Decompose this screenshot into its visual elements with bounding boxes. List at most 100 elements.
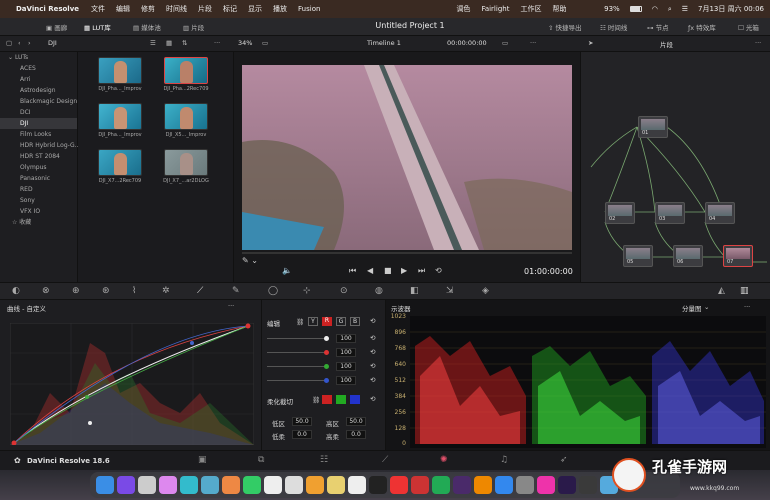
reset-icon[interactable]: ⟲	[370, 395, 375, 403]
grid-view-icon[interactable]: ▦	[166, 39, 172, 47]
node-04[interactable]: 04	[705, 202, 735, 224]
notes-icon[interactable]	[327, 476, 345, 494]
forward-icon[interactable]: ›	[28, 39, 31, 47]
chevron-down-icon[interactable]: ⌄	[704, 303, 709, 311]
viewer-more-icon[interactable]: ···	[530, 39, 536, 47]
clock[interactable]: 7月13日 周六 00:06	[698, 4, 764, 14]
viewer-mode-icon[interactable]: ▭	[262, 39, 268, 47]
menu-color[interactable]: 调色	[456, 4, 470, 14]
node-02[interactable]: 02	[605, 202, 635, 224]
channel-g-button[interactable]: G	[336, 317, 346, 326]
color-warper-icon[interactable]: ✲	[162, 286, 170, 296]
play-reverse-icon[interactable]: ◀	[367, 266, 373, 275]
intensity-b-value[interactable]: 100	[336, 376, 356, 385]
reset-icon[interactable]: ⟲	[370, 376, 375, 384]
lut-thumbnail[interactable]	[98, 57, 142, 84]
slider-dot-y[interactable]	[324, 336, 329, 341]
pages-icon[interactable]	[474, 476, 492, 494]
numbers-icon[interactable]	[432, 476, 450, 494]
app-store-icon[interactable]	[495, 476, 513, 494]
media-pool-button[interactable]: ▤ 媒体池	[133, 22, 161, 32]
deliver-page-icon[interactable]: ➶	[560, 455, 568, 465]
list-view-icon[interactable]: ☰	[150, 39, 156, 47]
curves-graph[interactable]	[10, 323, 254, 445]
edit-page-icon[interactable]: ☷	[320, 455, 328, 465]
timeline-dropdown[interactable]: Timeline 1	[367, 39, 401, 47]
lut-thumbnail[interactable]	[164, 149, 208, 176]
skip-start-icon[interactable]: ⏮	[349, 266, 356, 276]
lut-folder-dji[interactable]: DJI	[0, 118, 77, 129]
viewer-options-icon[interactable]: ▭	[502, 39, 508, 47]
3d-icon[interactable]: ◈	[482, 286, 489, 296]
scope-toggle-icon[interactable]: ▥	[740, 286, 749, 296]
sort-icon[interactable]: ⇅	[182, 39, 187, 47]
reset-icon[interactable]: ⟲	[370, 334, 375, 342]
effects-button[interactable]: ƒx 特效库	[688, 22, 716, 32]
facetime-icon[interactable]	[243, 476, 261, 494]
low-value[interactable]: 50.0	[292, 417, 312, 426]
clips-button[interactable]: ▥ 片段	[183, 22, 204, 32]
menu-playback[interactable]: 播放	[273, 4, 287, 14]
audio-meter-icon[interactable]: ◭	[718, 286, 725, 296]
lut-thumbnail-selected[interactable]	[164, 57, 208, 84]
slider-dot-r[interactable]	[324, 350, 329, 355]
news-icon[interactable]	[411, 476, 429, 494]
lut-thumbnail[interactable]	[98, 149, 142, 176]
menu-edit[interactable]: 编辑	[116, 4, 130, 14]
lightbox-button[interactable]: ☐ 光箱	[738, 22, 759, 32]
freeform-icon[interactable]	[348, 476, 366, 494]
lut-folder-hdr-hlg[interactable]: HDR Hybrid Log-G...	[0, 140, 80, 151]
lut-folder-vfx-io[interactable]: VFX IO	[0, 206, 77, 217]
sizing-icon[interactable]: ⇲	[446, 286, 454, 296]
settings-icon[interactable]	[516, 476, 534, 494]
blur-icon[interactable]: ◍	[375, 286, 383, 296]
mail-icon[interactable]	[201, 476, 219, 494]
lut-folder-dci[interactable]: DCI	[0, 107, 77, 118]
channel-b-button[interactable]: B	[350, 317, 360, 326]
calendar-icon[interactable]	[264, 476, 282, 494]
finder-icon[interactable]	[96, 476, 114, 494]
color-page-icon[interactable]: ✺	[440, 455, 448, 465]
more-icon[interactable]: ···	[214, 39, 220, 47]
link-icon[interactable]: ⛓	[296, 318, 304, 326]
motion-effects-icon[interactable]: ⊕	[72, 286, 80, 296]
intensity-g-value[interactable]: 100	[336, 362, 356, 371]
node-01[interactable]: 01	[638, 116, 668, 138]
tv-icon[interactable]	[369, 476, 387, 494]
node-05[interactable]: 05	[623, 245, 653, 267]
reset-icon[interactable]: ⟲	[370, 317, 375, 325]
tracker-icon[interactable]: ⊹	[303, 286, 311, 296]
clip-mode-dropdown[interactable]: 片段	[660, 39, 673, 49]
zoom-dropdown[interactable]: 34%	[238, 39, 252, 47]
channel-y-button[interactable]: Y	[308, 317, 318, 326]
lut-folder-red[interactable]: RED	[0, 184, 77, 195]
hdr-icon[interactable]: ⊛	[102, 286, 110, 296]
menu-view[interactable]: 显示	[248, 4, 262, 14]
intensity-y-value[interactable]: 100	[336, 334, 356, 343]
launchpad-icon[interactable]	[117, 476, 135, 494]
pointer-icon[interactable]: ➤	[588, 39, 593, 47]
channel-r-button[interactable]: R	[322, 317, 332, 326]
stop-icon[interactable]: ■	[384, 266, 392, 275]
slider-dot-b[interactable]	[324, 378, 329, 383]
soft-clip-g-button[interactable]	[336, 395, 346, 404]
loop-icon[interactable]: ⟲	[435, 266, 442, 275]
quick-export-button[interactable]: ⇧ 快捷导出	[548, 22, 582, 32]
reset-icon[interactable]: ⟲	[370, 362, 375, 370]
safari-icon[interactable]	[138, 476, 156, 494]
fusion-page-icon[interactable]: ⟋	[382, 455, 388, 465]
wifi-icon[interactable]: ◠	[652, 5, 658, 13]
node-03[interactable]: 03	[655, 202, 685, 224]
lut-folder-olympus[interactable]: Olympus	[0, 162, 77, 173]
lut-folder-aces[interactable]: ACES	[0, 63, 77, 74]
intensity-slider-r[interactable]	[267, 352, 325, 353]
node-07[interactable]: 07	[723, 245, 753, 267]
timeline-button[interactable]: ☷ 时间线	[600, 22, 627, 32]
slider-dot-g[interactable]	[324, 364, 329, 369]
media-page-icon[interactable]: ▣	[198, 455, 207, 465]
scope-options-icon[interactable]: ···	[744, 303, 750, 311]
reminders-icon[interactable]	[306, 476, 324, 494]
high-value[interactable]: 50.0	[346, 417, 366, 426]
curves-options-icon[interactable]: ···	[228, 302, 234, 310]
skip-end-icon[interactable]: ⏭	[418, 266, 425, 276]
